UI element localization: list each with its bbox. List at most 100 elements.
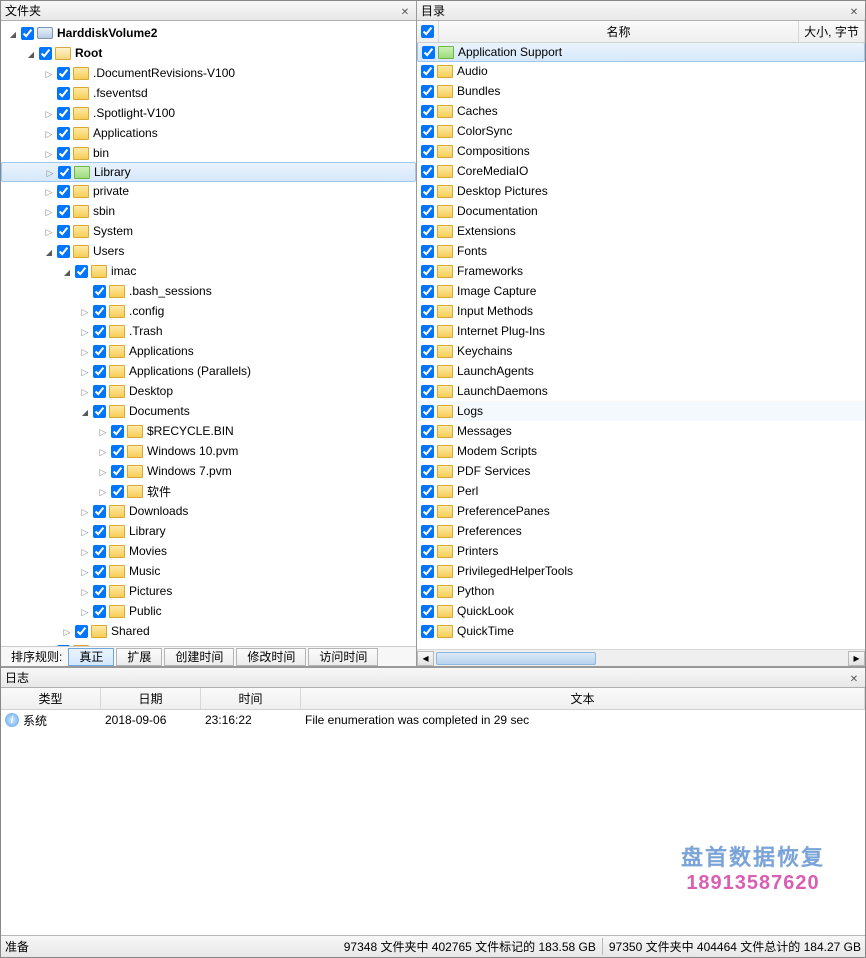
list-item[interactable]: Keychains [417,341,865,361]
list-item[interactable]: LaunchDaemons [417,381,865,401]
list-item[interactable]: QuickLook [417,601,865,621]
tree-checkbox[interactable] [93,345,106,358]
tree-row[interactable]: Library [1,162,416,182]
list-checkbox[interactable] [421,585,434,598]
tree-row[interactable]: Shared [1,621,416,641]
chevron-right-icon[interactable] [79,545,91,557]
scroll-left-button[interactable]: ◂ [417,651,434,666]
list-checkbox[interactable] [421,445,434,458]
list-checkbox[interactable] [421,385,434,398]
chevron-right-icon[interactable] [61,625,73,637]
tree-checkbox[interactable] [57,205,70,218]
tree-row[interactable]: imac [1,261,416,281]
header-checkbox-col[interactable] [417,21,439,42]
tree-row[interactable]: .config [1,301,416,321]
list-checkbox[interactable] [421,325,434,338]
tree-checkbox[interactable] [93,385,106,398]
tree-checkbox[interactable] [57,87,70,100]
chevron-right-icon[interactable] [43,147,55,159]
chevron-right-icon[interactable] [79,565,91,577]
tree-row[interactable]: sbin [1,201,416,221]
chevron-right-icon[interactable] [79,345,91,357]
list-item[interactable]: Modem Scripts [417,441,865,461]
list-checkbox[interactable] [421,165,434,178]
list-item[interactable]: ColorSync [417,121,865,141]
list-item[interactable]: Preferences [417,521,865,541]
list-checkbox[interactable] [421,305,434,318]
tree-row[interactable]: Movies [1,541,416,561]
list-checkbox[interactable] [421,245,434,258]
list-item[interactable]: Caches [417,101,865,121]
list-checkbox[interactable] [421,465,434,478]
tree-row[interactable]: Downloads [1,501,416,521]
tree-checkbox[interactable] [93,405,106,418]
chevron-right-icon[interactable] [43,127,55,139]
tree-checkbox[interactable] [111,465,124,478]
list-checkbox[interactable] [421,565,434,578]
list-item[interactable]: Input Methods [417,301,865,321]
tree-checkbox[interactable] [57,127,70,140]
chevron-right-icon[interactable] [97,425,109,437]
chevron-down-icon[interactable] [79,405,91,417]
chevron-right-icon[interactable] [43,67,55,79]
tree-checkbox[interactable] [57,225,70,238]
tree-row[interactable]: .bash_sessions [1,281,416,301]
log-row[interactable]: 系统2018-09-0623:16:22File enumeration was… [1,710,865,730]
chevron-right-icon[interactable] [79,365,91,377]
tree-checkbox[interactable] [93,565,106,578]
close-icon[interactable] [398,4,412,18]
tree-checkbox[interactable] [57,245,70,258]
tree-checkbox[interactable] [111,485,124,498]
list-item[interactable]: PrivilegedHelperTools [417,561,865,581]
tree-checkbox[interactable] [93,305,106,318]
tree-checkbox[interactable] [58,166,71,179]
scroll-thumb[interactable] [436,652,596,665]
tree-row[interactable]: $RECYCLE.BIN [1,421,416,441]
tree-checkbox[interactable] [93,365,106,378]
log-col-time[interactable]: 时间 [201,688,301,709]
list-checkbox[interactable] [421,625,434,638]
list-checkbox[interactable] [421,105,434,118]
header-checkbox[interactable] [421,25,434,38]
tree-checkbox[interactable] [21,27,34,40]
list-item[interactable]: PreferencePanes [417,501,865,521]
list-checkbox[interactable] [421,225,434,238]
tree-checkbox[interactable] [57,147,70,160]
tree-row[interactable]: Users [1,241,416,261]
tree-row[interactable]: .DocumentRevisions-V100 [1,63,416,83]
list-checkbox[interactable] [421,205,434,218]
list-checkbox[interactable] [421,525,434,538]
sort-button[interactable]: 创建时间 [164,648,234,666]
tree-row[interactable]: 软件 [1,481,416,501]
list-checkbox[interactable] [421,505,434,518]
chevron-right-icon[interactable] [43,225,55,237]
list-checkbox[interactable] [421,145,434,158]
tree-row[interactable]: bin [1,143,416,163]
tree-checkbox[interactable] [93,285,106,298]
chevron-right-icon[interactable] [43,205,55,217]
tree-row[interactable]: Pictures [1,581,416,601]
tree-checkbox[interactable] [75,265,88,278]
tree-row[interactable]: .fseventsd [1,83,416,103]
tree-checkbox[interactable] [57,107,70,120]
tree-row[interactable]: Music [1,561,416,581]
tree-row[interactable]: Library [1,521,416,541]
chevron-right-icon[interactable] [44,166,56,178]
tree-row[interactable]: Public [1,601,416,621]
sort-button[interactable]: 扩展 [116,648,162,666]
chevron-down-icon[interactable] [43,245,55,257]
close-icon[interactable] [847,4,861,18]
log-body[interactable]: 系统2018-09-0623:16:22File enumeration was… [1,710,865,935]
chevron-down-icon[interactable] [25,47,37,59]
sort-button[interactable]: 修改时间 [236,648,306,666]
tree-row[interactable]: .Trash [1,321,416,341]
header-size-col[interactable]: 大小, 字节 [799,21,865,42]
list-item[interactable]: CoreMediaIO [417,161,865,181]
sort-button[interactable]: 真正 [68,648,114,666]
list-checkbox[interactable] [421,85,434,98]
sort-button[interactable]: 访问时间 [308,648,378,666]
tree-checkbox[interactable] [93,585,106,598]
chevron-right-icon[interactable] [79,325,91,337]
chevron-right-icon[interactable] [79,525,91,537]
chevron-right-icon[interactable] [79,305,91,317]
